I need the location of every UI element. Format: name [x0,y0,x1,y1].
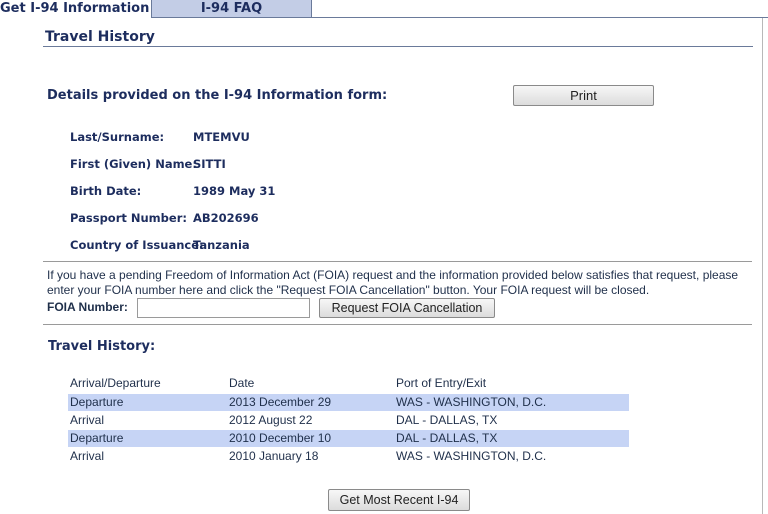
section-title: Travel History [45,29,155,45]
cell-port: DAL - DALLAS, TX [396,431,498,445]
foia-instructions: If you have a pending Freedom of Informa… [47,268,739,297]
cell-port: WAS - WASHINGTON, D.C. [396,395,547,409]
country-label: Country of Issuance: [70,238,204,252]
section-divider [43,46,753,47]
tab-divider [311,17,768,18]
divider [43,261,752,262]
passport-number-label: Passport Number: [70,211,187,225]
table-row: Departure 2010 December 10 DAL - DALLAS,… [68,430,629,447]
cell-date: 2013 December 29 [229,395,332,409]
tab-get-i94-information[interactable]: Get I-94 Information [0,0,152,18]
tab-i94-faq[interactable]: I-94 FAQ [152,0,312,18]
cell-date: 2012 August 22 [229,413,313,427]
country-value: Tanzania [193,238,250,252]
cell-date: 2010 January 18 [229,449,319,463]
birth-date-label: Birth Date: [70,184,142,198]
cell-port: WAS - WASHINGTON, D.C. [396,449,547,463]
passport-number-value: AB202696 [193,211,259,225]
table-row: Departure 2013 December 29 WAS - WASHING… [68,394,629,411]
table-row: Arrival 2012 August 22 DAL - DALLAS, TX [68,412,629,429]
column-header-arrival-departure: Arrival/Departure [70,376,161,390]
birth-date-value: 1989 May 31 [193,184,276,198]
given-name-label: First (Given) Name: [70,157,197,171]
print-button[interactable]: Print [513,85,654,106]
travel-history-heading: Travel History: [48,339,156,354]
column-header-port: Port of Entry/Exit [396,376,487,390]
foia-number-label: FOIA Number: [47,300,128,314]
request-foia-cancellation-button[interactable]: Request FOIA Cancellation [319,298,495,318]
given-name-value: SITTI [193,157,226,171]
column-header-date: Date [229,376,255,390]
surname-label: Last/Surname: [70,130,165,144]
cell-type: Departure [70,431,124,445]
surname-value: MTEMVU [193,130,250,144]
cell-port: DAL - DALLAS, TX [396,413,498,427]
right-border [762,18,763,514]
table-row: Arrival 2010 January 18 WAS - WASHINGTON… [68,448,629,465]
divider [43,324,752,325]
cell-type: Arrival [70,413,105,427]
cell-type: Departure [70,395,124,409]
foia-number-input[interactable] [137,298,310,318]
tab-bar: Get I-94 Information I-94 FAQ [0,0,768,18]
cell-type: Arrival [70,449,105,463]
get-most-recent-i94-button[interactable]: Get Most Recent I-94 [328,489,470,511]
details-heading: Details provided on the I-94 Information… [47,88,388,103]
cell-date: 2010 December 10 [229,431,332,445]
